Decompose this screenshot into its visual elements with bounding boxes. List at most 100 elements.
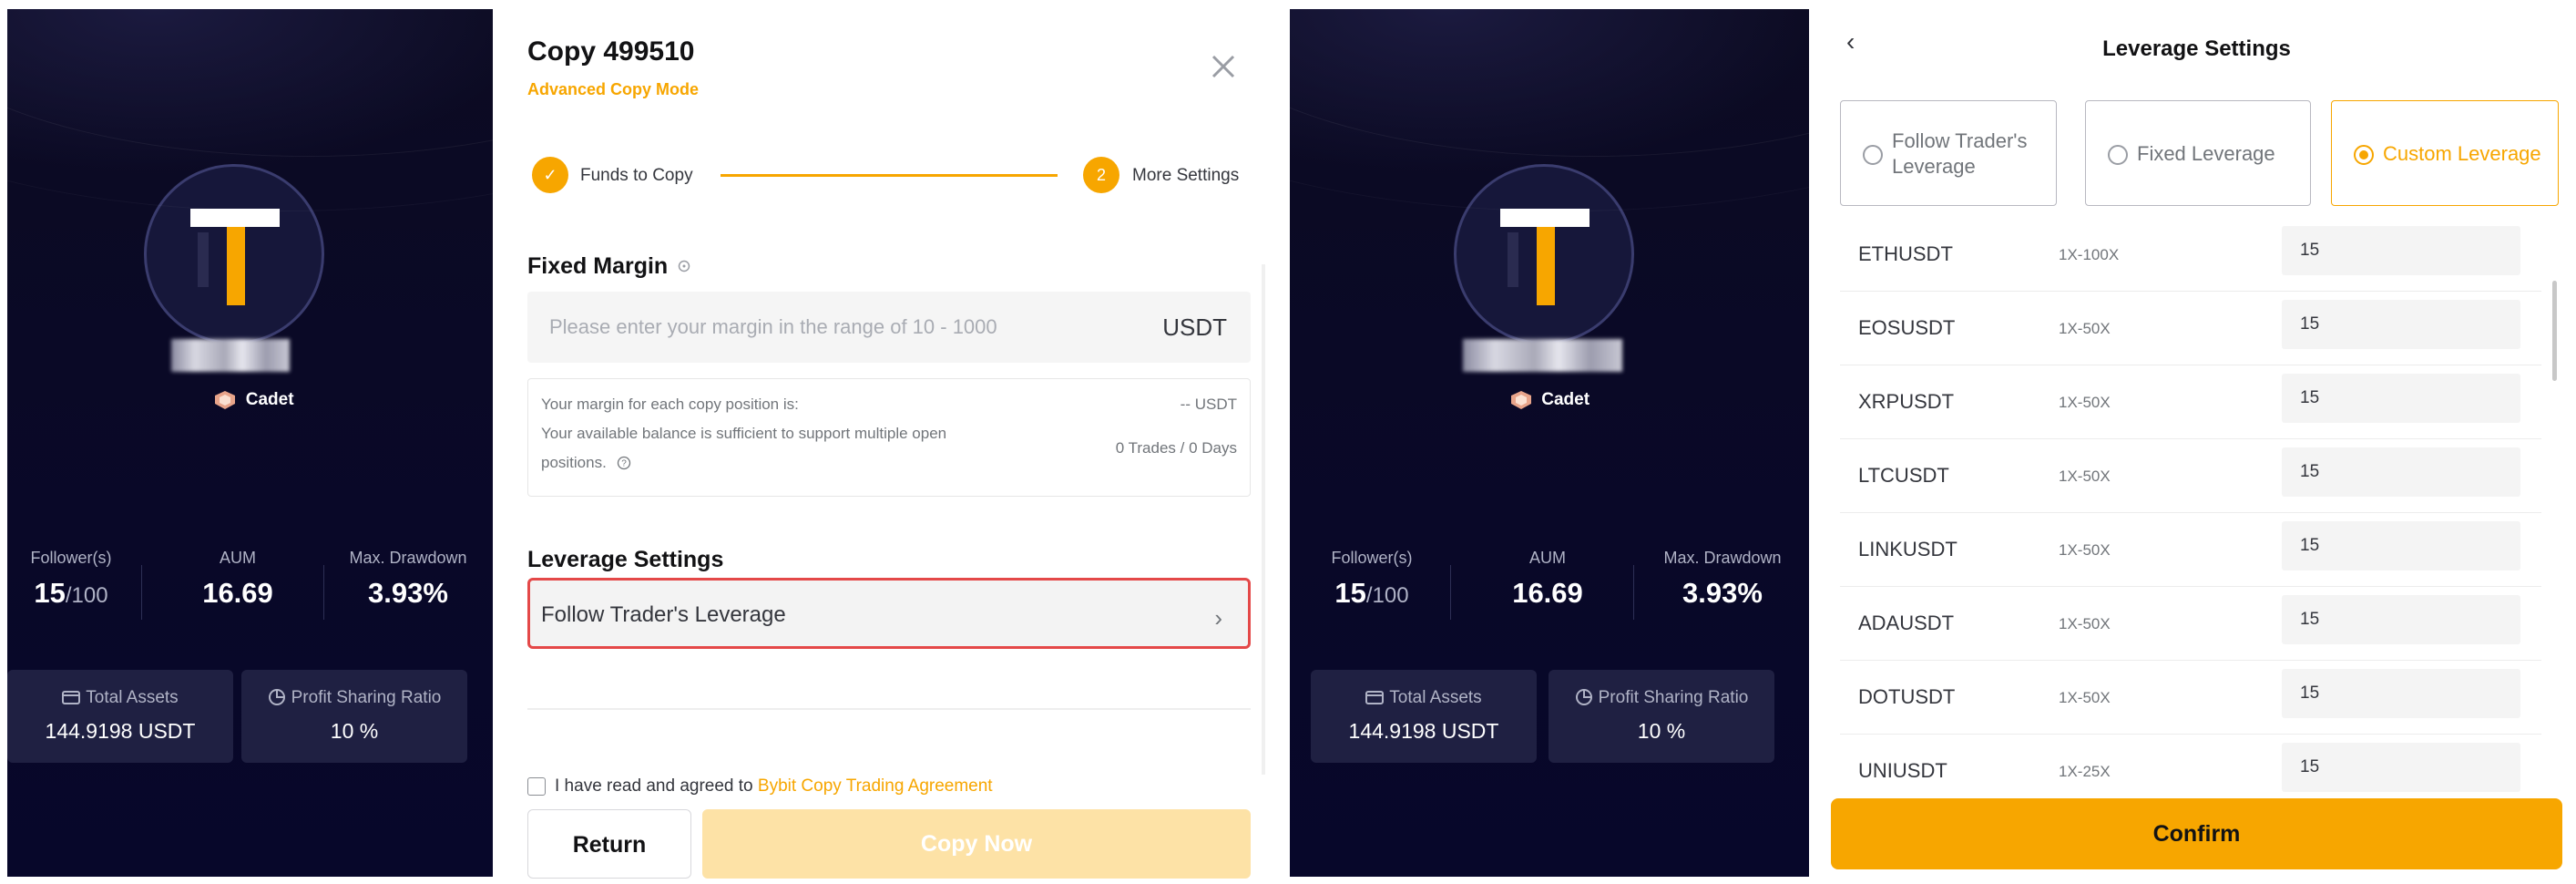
pair-range: 1X-50X xyxy=(2059,394,2111,411)
copy-now-button[interactable]: Copy Now xyxy=(702,809,1251,879)
leverage-settings-title: Leverage Settings xyxy=(527,547,724,572)
leverage-settings-panel: ‹ Leverage Settings Follow Trader's Leve… xyxy=(1817,9,2576,877)
confirm-button[interactable]: Confirm xyxy=(1831,798,2562,869)
leverage-input[interactable]: 15 xyxy=(2282,595,2520,644)
total-assets-box: Total Assets 144.9198 USDT xyxy=(7,670,233,763)
leverage-row: DOTUSDT 1X-50X 15 xyxy=(1840,660,2541,735)
radio-custom-leverage[interactable] xyxy=(2354,145,2374,165)
option-label: Fixed Leverage xyxy=(2137,142,2275,165)
stat-value: 3.93% xyxy=(368,577,448,609)
agreement-text: I have read and agreed to xyxy=(555,776,753,796)
pair-range: 1X-100X xyxy=(2059,246,2120,263)
leverage-input[interactable]: 15 xyxy=(2282,743,2520,792)
stat-drawdown: Max. Drawdown 3.93% xyxy=(1636,549,1809,610)
total-assets-label: Total Assets xyxy=(1311,688,1537,708)
trades-days-value: 0 Trades / 0 Days xyxy=(1115,439,1237,457)
margin-info-line2: Your available balance is sufficient to … xyxy=(541,425,947,442)
stat-divider xyxy=(1450,565,1451,620)
trader-card-left: Cadet Follower(s) 15/100 AUM 16.69 Max. … xyxy=(7,9,500,877)
margin-input[interactable]: Please enter your margin in the range of… xyxy=(527,292,1251,363)
leverage-list-scrollbar[interactable] xyxy=(2552,281,2557,381)
profit-sharing-box: Profit Sharing Ratio 10 % xyxy=(241,670,467,763)
cadet-badge-icon xyxy=(1510,391,1531,409)
margin-info-line1: Your margin for each copy position is: xyxy=(541,396,799,413)
modal-subtitle: Advanced Copy Mode xyxy=(527,80,700,98)
help-icon[interactable]: ? xyxy=(617,456,631,470)
stat-label: Follower(s) xyxy=(30,549,112,567)
trader-badge: Cadet xyxy=(1290,390,1809,410)
profit-sharing-label: Profit Sharing Ratio xyxy=(1549,688,1774,708)
stat-label: Follower(s) xyxy=(1331,549,1413,567)
profit-sharing-box: Profit Sharing Ratio 10 % xyxy=(1549,670,1774,763)
leverage-row: ADAUSDT 1X-50X 15 xyxy=(1840,586,2541,661)
leverage-row: UNIUSDT 1X-25X 15 xyxy=(1840,734,2541,807)
option-label: Follow Trader's Leverage xyxy=(1892,129,2028,178)
trader-avatar xyxy=(144,164,324,344)
radio-follow-trader[interactable] xyxy=(1863,145,1883,165)
logo-shadow xyxy=(1508,232,1518,287)
close-icon[interactable] xyxy=(1208,51,1239,82)
option-follow-trader[interactable]: Follow Trader's Leverage xyxy=(1840,100,2057,206)
stat-value: 15/100 xyxy=(34,577,108,609)
margin-per-position-value: -- USDT xyxy=(1180,396,1237,413)
agreement-link[interactable]: Bybit Copy Trading Agreement xyxy=(758,776,993,796)
step-1-label: Funds to Copy xyxy=(580,166,693,185)
pair-symbol: UNIUSDT xyxy=(1858,759,1947,782)
stat-value: 15/100 xyxy=(1334,577,1409,609)
option-custom-leverage[interactable]: Custom Leverage xyxy=(2331,100,2559,206)
badge-label: Cadet xyxy=(1541,390,1590,410)
pair-range: 1X-25X xyxy=(2059,763,2111,780)
leverage-row: LINKUSDT 1X-50X 15 xyxy=(1840,512,2541,587)
pie-chart-icon xyxy=(1575,689,1592,705)
leverage-selector[interactable]: Follow Trader's Leverage › xyxy=(527,578,1251,649)
pair-range: 1X-50X xyxy=(2059,468,2111,485)
leverage-input[interactable]: 15 xyxy=(2282,669,2520,718)
return-button[interactable]: Return xyxy=(527,809,691,879)
leverage-input[interactable]: 15 xyxy=(2282,300,2520,349)
pie-chart-icon xyxy=(268,689,285,705)
badge-label: Cadet xyxy=(245,390,294,410)
total-assets-label: Total Assets xyxy=(7,688,233,708)
step-2-label: More Settings xyxy=(1132,166,1240,185)
leverage-input[interactable]: 15 xyxy=(2282,521,2520,570)
margin-info-line3: positions. ? xyxy=(541,448,631,478)
step-1-check-icon: ✓ xyxy=(532,157,568,193)
leverage-input[interactable]: 15 xyxy=(2282,226,2520,275)
logo-stem xyxy=(1537,227,1555,305)
pair-range: 1X-50X xyxy=(2059,541,2111,559)
stat-label: Max. Drawdown xyxy=(349,549,467,567)
stat-divider xyxy=(1633,565,1634,620)
info-icon[interactable] xyxy=(678,260,690,272)
svg-text:?: ? xyxy=(621,459,627,469)
step-2-number: 2 xyxy=(1083,157,1119,193)
leverage-input[interactable]: 15 xyxy=(2282,374,2520,423)
stat-label: AUM xyxy=(1529,549,1566,567)
stat-value: 16.69 xyxy=(1512,577,1583,609)
pair-symbol: LTCUSDT xyxy=(1858,464,1949,487)
trader-avatar xyxy=(1454,164,1634,344)
pair-symbol: EOSUSDT xyxy=(1858,316,1956,339)
leverage-panel-title: Leverage Settings xyxy=(2102,36,2291,61)
logo-bar xyxy=(190,209,280,227)
margin-info-panel: Your margin for each copy position is: -… xyxy=(527,378,1251,497)
option-fixed-leverage[interactable]: Fixed Leverage xyxy=(2085,100,2311,206)
agreement-checkbox[interactable] xyxy=(527,776,546,796)
trader-name-blurred xyxy=(171,339,290,372)
profit-sharing-value: 10 % xyxy=(330,719,379,743)
leverage-input[interactable]: 15 xyxy=(2282,447,2520,497)
leverage-row: LTCUSDT 1X-50X 15 xyxy=(1840,438,2541,513)
option-label: Custom Leverage xyxy=(2383,142,2541,165)
stat-label: Max. Drawdown xyxy=(1663,549,1782,567)
modal-scrollbar[interactable] xyxy=(1262,264,1265,775)
wallet-icon xyxy=(1365,691,1385,704)
margin-placeholder: Please enter your margin in the range of… xyxy=(549,315,997,338)
agreement-row: I have read and agreed to Bybit Copy Tra… xyxy=(527,776,993,797)
leverage-row: EOSUSDT 1X-50X 15 xyxy=(1840,291,2541,365)
divider xyxy=(527,708,1251,710)
cadet-badge-icon xyxy=(215,391,236,409)
leverage-selected-value: Follow Trader's Leverage xyxy=(541,602,786,627)
pair-symbol: ADAUSDT xyxy=(1858,612,1955,634)
trader-name-blurred xyxy=(1463,339,1622,372)
stat-aum: AUM 16.69 xyxy=(1475,549,1620,610)
radio-fixed-leverage[interactable] xyxy=(2108,145,2128,165)
